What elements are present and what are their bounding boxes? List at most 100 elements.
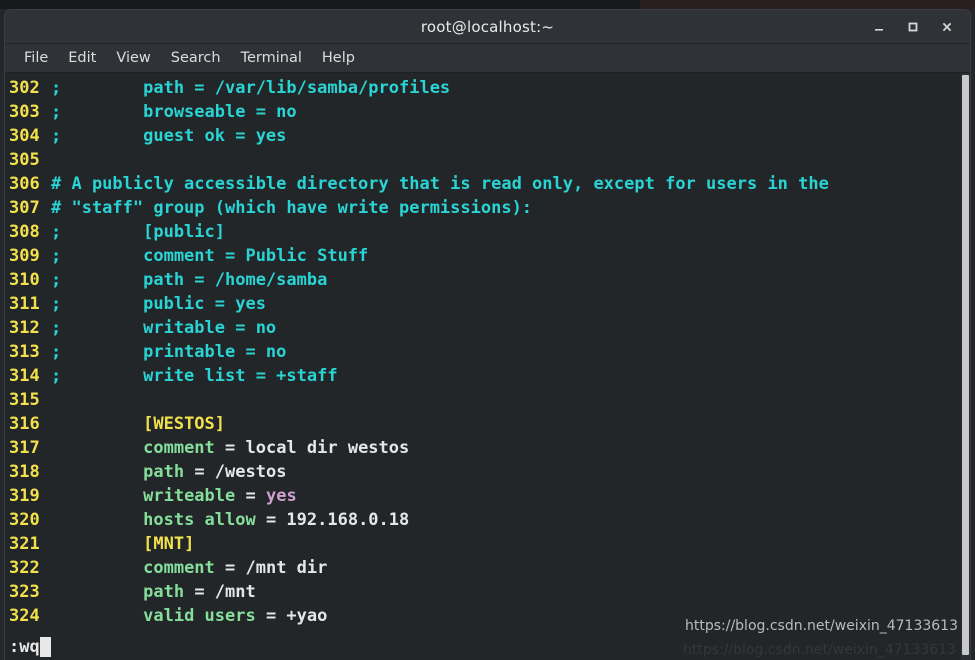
- line-text-segment: valid users: [143, 606, 256, 626]
- line-text-segment: = /westos: [184, 462, 287, 482]
- menu-item-search[interactable]: Search: [161, 48, 231, 69]
- text-cursor: [39, 636, 51, 657]
- editor-line: 304 ; guest ok = yes: [5, 124, 970, 148]
- line-text-segment: ; writable = no: [51, 318, 277, 338]
- line-text-segment: ; [public]: [51, 222, 225, 242]
- line-number: 320: [9, 510, 40, 530]
- line-text-segment: hosts allow: [143, 510, 256, 530]
- line-number: 313: [9, 342, 40, 362]
- close-button[interactable]: [938, 18, 956, 36]
- line-number: 303: [9, 102, 40, 122]
- editor-line: 311 ; public = yes: [5, 292, 970, 316]
- line-number: 321: [9, 534, 40, 554]
- line-number: 315: [9, 390, 40, 410]
- window-controls: [870, 10, 964, 44]
- editor-line: 312 ; writable = no: [5, 316, 970, 340]
- vi-command-text: :wq: [9, 636, 40, 657]
- line-number: 323: [9, 582, 40, 602]
- line-number: 314: [9, 366, 40, 386]
- editor-line: 308 ; [public]: [5, 220, 970, 244]
- editor-line: 322 comment = /mnt dir: [5, 556, 970, 580]
- desktop-background-accent: [640, 0, 975, 9]
- editor-line: 313 ; printable = no: [5, 340, 970, 364]
- editor-line: 303 ; browseable = no: [5, 100, 970, 124]
- line-number: 319: [9, 486, 40, 506]
- scrollbar-thumb[interactable]: [962, 75, 969, 655]
- line-number: 318: [9, 462, 40, 482]
- editor-line: 309 ; comment = Public Stuff: [5, 244, 970, 268]
- menu-item-terminal[interactable]: Terminal: [231, 48, 312, 69]
- editor-line: 320 hosts allow = 192.168.0.18: [5, 508, 970, 532]
- line-text-segment: path: [143, 462, 185, 482]
- line-text-segment: [WESTOS]: [143, 414, 226, 434]
- line-number: 306: [9, 174, 40, 194]
- line-text-segment: [51, 486, 143, 506]
- editor-line: 305: [5, 148, 970, 172]
- window-title: root@localhost:~: [420, 17, 555, 36]
- screen: root@localhost:~ File Edit View Search T…: [0, 0, 975, 660]
- line-text-segment: ; path = /var/lib/samba/profiles: [51, 78, 451, 98]
- line-text-segment: [51, 438, 143, 458]
- menu-item-view[interactable]: View: [106, 48, 160, 69]
- line-text-segment: writeable: [143, 486, 236, 506]
- watermark-text: https://blog.csdn.net/weixin_47133613: [684, 618, 958, 634]
- line-text-segment: ; browseable = no: [51, 102, 297, 122]
- line-text-segment: ; path = /home/samba: [51, 270, 328, 290]
- line-number: 316: [9, 414, 40, 434]
- editor-lines: 302 ; path = /var/lib/samba/profiles 303 ; …: [5, 76, 970, 628]
- line-text-segment: = /mnt dir: [214, 558, 328, 578]
- minimize-button[interactable]: [870, 18, 888, 36]
- editor-line: 317 comment = local dir westos: [5, 436, 970, 460]
- line-text-segment: [51, 606, 143, 626]
- editor-line: 316 [WESTOS]: [5, 412, 970, 436]
- menu-item-file[interactable]: File: [14, 48, 58, 69]
- line-text-segment: # "staff" group (which have write permis…: [51, 198, 533, 218]
- line-text-segment: comment: [143, 558, 215, 578]
- line-number: 322: [9, 558, 40, 578]
- watermark-ghost-text: https://blog.csdn.net/weixin_47133613: [682, 642, 956, 658]
- line-text-segment: ; comment = Public Stuff: [51, 246, 369, 266]
- line-number: 311: [9, 294, 40, 314]
- line-text-segment: ; guest ok = yes: [51, 126, 287, 146]
- line-text-segment: ; public = yes: [51, 294, 266, 314]
- line-text-segment: [51, 462, 143, 482]
- line-number: 304: [9, 126, 40, 146]
- line-text-segment: comment: [143, 438, 215, 458]
- vertical-scrollbar[interactable]: [961, 73, 970, 660]
- line-number: 302: [9, 78, 40, 98]
- line-text-segment: = /mnt: [184, 582, 256, 602]
- line-text-segment: = +yao: [255, 606, 328, 626]
- maximize-button[interactable]: [904, 18, 922, 36]
- line-number: 309: [9, 246, 40, 266]
- editor-line: 318 path = /westos: [5, 460, 970, 484]
- line-text-segment: = local dir westos: [214, 438, 410, 458]
- line-text-segment: [51, 414, 143, 434]
- editor-line: 321 [MNT]: [5, 532, 970, 556]
- line-text-segment: [51, 582, 143, 602]
- line-text-segment: path: [143, 582, 185, 602]
- line-text-segment: [51, 558, 143, 578]
- editor-line: 319 writeable = yes: [5, 484, 970, 508]
- editor-line: 315: [5, 388, 970, 412]
- editor-line: 306 # A publicly accessible directory tha…: [5, 172, 970, 196]
- line-text-segment: =: [235, 486, 266, 506]
- line-text-segment: = 192.168.0.18: [255, 510, 410, 530]
- menu-item-edit[interactable]: Edit: [58, 48, 106, 69]
- line-text-segment: ; write list = +staff: [51, 366, 338, 386]
- line-text-segment: # A publicly accessible directory that i…: [51, 174, 829, 194]
- menubar: File Edit View Search Terminal Help: [5, 44, 970, 73]
- line-text-segment: [MNT]: [143, 534, 195, 554]
- line-text-segment: [51, 534, 143, 554]
- line-text-segment: yes: [265, 486, 297, 506]
- line-number: 317: [9, 438, 40, 458]
- editor-line: 323 path = /mnt: [5, 580, 970, 604]
- line-text-segment: ; printable = no: [51, 342, 287, 362]
- terminal-window: root@localhost:~ File Edit View Search T…: [4, 9, 971, 660]
- desktop-background-strip: [0, 0, 975, 9]
- line-number: 307: [9, 198, 40, 218]
- window-titlebar[interactable]: root@localhost:~: [5, 10, 970, 44]
- menu-item-help[interactable]: Help: [312, 48, 365, 69]
- terminal-content[interactable]: 302 ; path = /var/lib/samba/profiles 303 ; …: [5, 73, 970, 660]
- editor-line: 310 ; path = /home/samba: [5, 268, 970, 292]
- editor-line: 314 ; write list = +staff: [5, 364, 970, 388]
